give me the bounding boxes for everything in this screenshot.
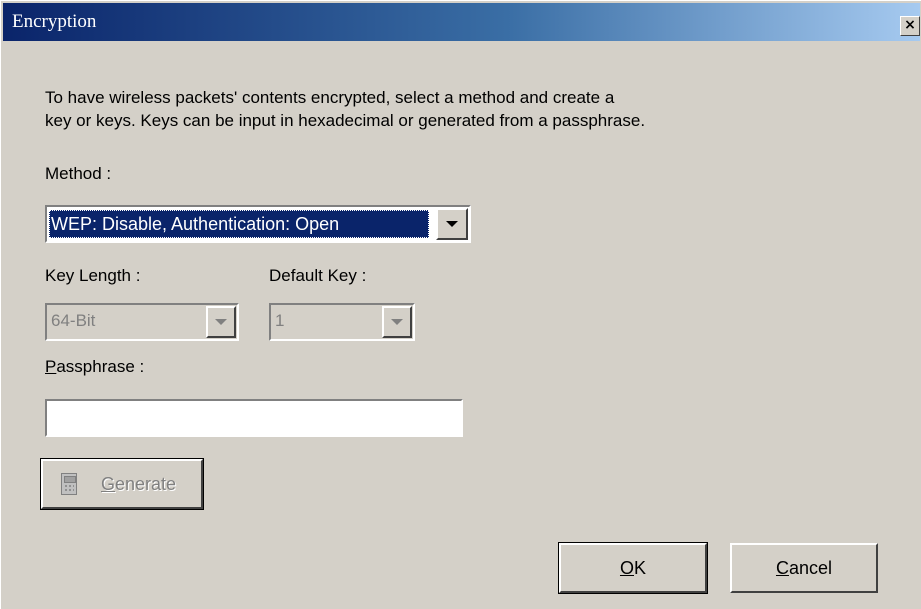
passphrase-label-mnemonic: P (45, 357, 57, 376)
chevron-down-icon (446, 221, 458, 227)
cancel-label: Cancel (776, 558, 832, 578)
default-key-dropdown[interactable]: 1 (269, 303, 415, 341)
ok-label: OK (620, 558, 646, 578)
generate-label: Generate (101, 474, 176, 495)
window-title: Encryption (12, 11, 97, 32)
passphrase-label: Passphrase : (45, 357, 144, 377)
method-label: Method : (45, 164, 112, 183)
ok-button[interactable]: OK (558, 542, 708, 594)
encryption-dialog: Encryption × To have wireless packets' c… (0, 0, 921, 609)
cancel-label-mnemonic: C (775, 558, 789, 578)
ok-label-mnemonic: O (619, 558, 634, 578)
passphrase-label-rest: assphrase : (56, 357, 145, 376)
cancel-label-rest: ancel (788, 558, 833, 578)
generate-button[interactable]: Generate (40, 458, 204, 510)
key-length-value: 64-Bit (51, 311, 96, 330)
method-selected-value: WEP: Disable, Authentication: Open (49, 210, 429, 238)
cancel-button[interactable]: Cancel (730, 543, 878, 593)
key-length-dropdown[interactable]: 64-Bit (45, 303, 239, 341)
title-bar[interactable]: Encryption × (3, 3, 920, 41)
default-key-dropdown-button[interactable] (382, 306, 412, 338)
method-dropdown-button[interactable] (436, 208, 468, 240)
description-text: To have wireless packets' contents encry… (45, 86, 845, 132)
key-length-label: Key Length : (45, 266, 141, 285)
chevron-down-icon (215, 319, 227, 325)
description-line-1: To have wireless packets' contents encry… (45, 88, 615, 107)
generate-label-mnemonic: G (101, 474, 116, 494)
close-icon: × (904, 17, 916, 33)
passphrase-input[interactable] (45, 399, 463, 437)
chevron-down-icon (391, 319, 403, 325)
method-dropdown[interactable]: WEP: Disable, Authentication: Open (45, 205, 471, 243)
generate-label-rest: enerate (115, 474, 177, 494)
default-key-label: Default Key : (269, 266, 367, 285)
default-key-value: 1 (275, 311, 285, 330)
ok-label-rest: K (634, 558, 647, 578)
description-line-2: key or keys. Keys can be input in hexade… (45, 111, 646, 130)
key-length-dropdown-button[interactable] (206, 306, 236, 338)
close-button[interactable]: × (900, 16, 920, 36)
calculator-icon (61, 473, 77, 495)
